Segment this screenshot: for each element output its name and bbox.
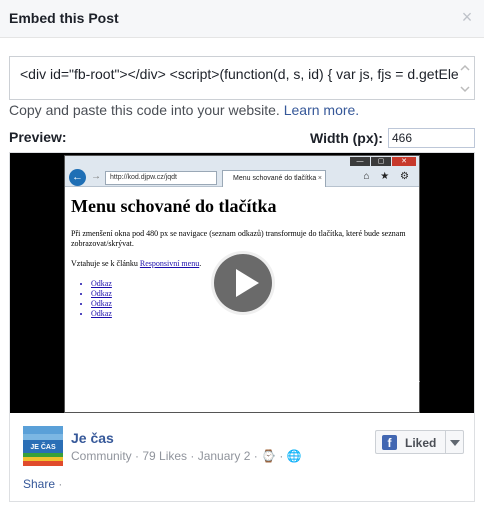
address-bar: http://kod.djpw.cz/jqdt xyxy=(105,171,217,185)
dialog-header: Embed this Post × xyxy=(0,0,484,38)
scroll-up-icon[interactable] xyxy=(459,63,471,73)
like-button[interactable]: f Liked xyxy=(375,430,445,454)
window-controls: — ▢ ✕ xyxy=(349,157,416,167)
close-button[interactable]: × xyxy=(460,8,474,26)
facebook-icon: f xyxy=(382,435,397,450)
back-arrow-icon: ← xyxy=(69,169,86,186)
share-label[interactable]: Share xyxy=(23,477,55,491)
help-text: Copy and paste this code into your websi… xyxy=(9,102,359,118)
width-label: Width (px): xyxy=(310,130,383,146)
embed-code-text[interactable]: <div id="fb-root"></div> <script>(functi… xyxy=(20,66,458,82)
avatar[interactable]: JE ČAS xyxy=(23,426,63,466)
video-page-link: Responsivní menu xyxy=(139,259,200,268)
page-logo-icon: JE ČAS xyxy=(23,426,63,466)
tab-close-icon: × xyxy=(317,175,322,182)
help-text-label: Copy and paste this code into your websi… xyxy=(9,102,280,118)
browser-tab-title: Menu schované do tlačítka xyxy=(233,175,317,182)
share-link[interactable]: Share · xyxy=(23,477,62,491)
video-page-paragraph: Při zmenšení okna pod 480 px se navigace… xyxy=(71,229,406,248)
share-separator: · xyxy=(55,477,63,491)
avatar-text: JE ČAS xyxy=(30,442,56,451)
resize-cursor-icon: ⇔ xyxy=(411,375,422,387)
browser-tab: Menu schované do tlačítka × xyxy=(222,170,326,187)
chevron-down-icon xyxy=(450,440,460,446)
dialog-title: Embed this Post xyxy=(9,10,119,26)
learn-more-link[interactable]: Learn more. xyxy=(284,102,359,118)
embed-preview-card: — ▢ ✕ ← → http://kod.djpw.cz/jqdt Menu s… xyxy=(9,152,475,502)
play-icon xyxy=(236,269,259,297)
embed-code-textarea[interactable]: <div id="fb-root"></div> <script>(functi… xyxy=(9,56,475,100)
page-name-link[interactable]: Je čas xyxy=(71,430,114,446)
browser-toolbar: — ▢ ✕ ← → http://kod.djpw.cz/jqdt Menu s… xyxy=(65,156,419,187)
like-dropdown-button[interactable] xyxy=(445,430,464,454)
like-button-label: Liked xyxy=(405,436,437,450)
video-player[interactable]: — ▢ ✕ ← → http://kod.djpw.cz/jqdt Menu s… xyxy=(10,153,474,413)
width-input[interactable] xyxy=(388,128,475,148)
minimize-icon: — xyxy=(350,157,370,166)
preview-label: Preview: xyxy=(9,129,67,145)
play-button[interactable] xyxy=(211,251,275,315)
window-close-icon: ✕ xyxy=(392,157,416,166)
video-page-para-prefix: Vztahuje se k článku xyxy=(71,259,138,268)
post-meta: Community · 79 Likes · January 2 · ⌚ · 🌐 xyxy=(71,449,302,463)
forward-arrow-icon: → xyxy=(91,171,101,182)
video-page-heading: Menu schované do tlačítka xyxy=(71,196,277,216)
scroll-down-icon[interactable] xyxy=(459,84,471,94)
browser-tools-icons: ⌂ ★ ⚙ xyxy=(363,171,413,182)
maximize-icon: ▢ xyxy=(371,157,391,166)
